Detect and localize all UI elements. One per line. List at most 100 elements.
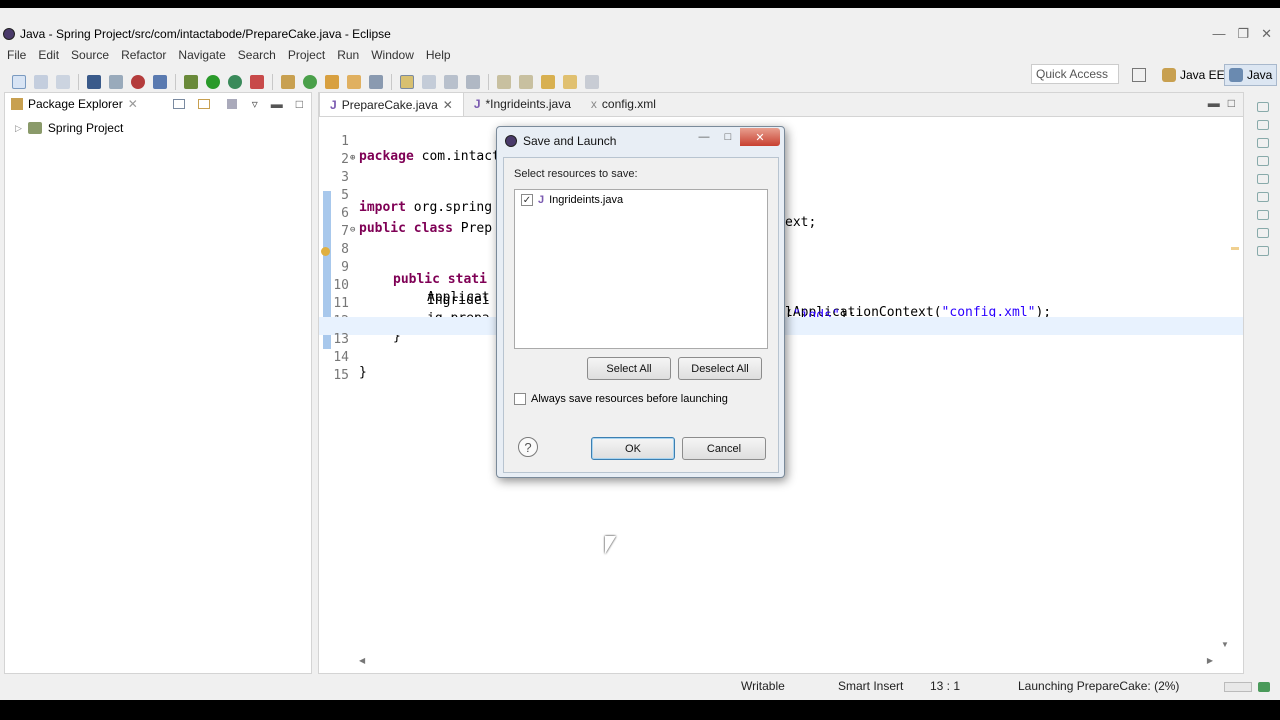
- menu-source[interactable]: Source: [64, 48, 114, 66]
- minimize-view-icon[interactable]: ▬: [1208, 96, 1220, 110]
- tab-preparecake[interactable]: J PrepareCake.java ✕: [319, 92, 464, 116]
- perspective-label: Java EE: [1180, 68, 1225, 82]
- minimize-view-icon[interactable]: ▬: [271, 97, 283, 111]
- block-select-icon[interactable]: [444, 75, 458, 89]
- progress-icon[interactable]: [1258, 682, 1270, 692]
- menu-run[interactable]: Run: [330, 48, 364, 66]
- task-list-icon[interactable]: [1257, 120, 1269, 130]
- deselect-all-button[interactable]: Deselect All: [678, 357, 762, 380]
- resource-checkbox[interactable]: ✓: [521, 194, 533, 206]
- collapse-all-icon[interactable]: [172, 99, 185, 109]
- maximize-view-icon[interactable]: □: [1228, 96, 1235, 110]
- close-icon[interactable]: ✕: [1261, 26, 1272, 42]
- declaration-icon[interactable]: [1257, 228, 1269, 238]
- minimize-icon[interactable]: —: [1212, 26, 1225, 42]
- list-item[interactable]: ✓ J Ingrideints.java: [521, 194, 623, 206]
- maximize-view-icon[interactable]: □: [296, 97, 303, 111]
- console-icon[interactable]: [1257, 246, 1269, 256]
- new-icon[interactable]: [12, 75, 26, 89]
- always-save-checkbox[interactable]: [514, 393, 526, 405]
- open-perspective-button[interactable]: [1128, 64, 1150, 86]
- outline-icon[interactable]: [1257, 102, 1269, 112]
- tab-ingrideints[interactable]: J *Ingrideints.java: [464, 92, 581, 116]
- menu-project[interactable]: Project: [281, 48, 330, 66]
- scroll-left-icon[interactable]: ◀: [359, 656, 365, 665]
- menu-search[interactable]: Search: [231, 48, 281, 66]
- view-title[interactable]: Package Explorer: [28, 97, 123, 111]
- menu-refactor[interactable]: Refactor: [114, 48, 171, 66]
- coverage-icon[interactable]: [228, 75, 242, 89]
- vertical-scrollbar[interactable]: ▼: [1221, 123, 1229, 649]
- restore-icon[interactable]: [1257, 174, 1269, 184]
- skip-breakpoints-icon[interactable]: [109, 75, 123, 89]
- save-icon[interactable]: [34, 75, 48, 89]
- scroll-right-icon[interactable]: ▶: [1207, 656, 1213, 665]
- toolbar-separator: [272, 74, 273, 90]
- close-icon[interactable]: ✕: [128, 97, 138, 111]
- open-perspective-icon: [1132, 68, 1146, 82]
- resources-list[interactable]: ✓ J Ingrideints.java: [514, 189, 768, 349]
- debug-run-icon[interactable]: [184, 75, 198, 89]
- mark-occurrences-icon[interactable]: [400, 75, 414, 89]
- focus-icon[interactable]: [226, 99, 237, 109]
- link-editor-icon[interactable]: [197, 99, 210, 109]
- scroll-down-icon[interactable]: ▼: [1221, 640, 1229, 649]
- fold-icon[interactable]: ⊕: [350, 153, 355, 163]
- save-all-icon[interactable]: [56, 75, 70, 89]
- expand-icon[interactable]: ▷: [15, 123, 22, 134]
- prev-annotation-icon[interactable]: [519, 75, 533, 89]
- mouse-cursor: [605, 536, 616, 554]
- menu-navigate[interactable]: Navigate: [171, 48, 230, 66]
- view-menu-icon[interactable]: ▿: [252, 97, 258, 111]
- debug-icon[interactable]: [131, 75, 145, 89]
- menu-file[interactable]: File: [0, 48, 31, 66]
- show-whitespace-icon[interactable]: [466, 75, 480, 89]
- open-type-icon[interactable]: [325, 75, 339, 89]
- tab-config[interactable]: x config.xml: [581, 92, 666, 116]
- perspective-java[interactable]: Java: [1224, 64, 1278, 86]
- external-tools-icon[interactable]: [250, 75, 264, 89]
- status-position: 13 : 1: [930, 679, 961, 693]
- horizontal-scrollbar[interactable]: ◀ ▶: [359, 656, 1213, 667]
- warning-icon[interactable]: [321, 247, 330, 256]
- maximize-icon[interactable]: □: [716, 128, 740, 146]
- stop-icon[interactable]: [153, 75, 167, 89]
- next-annotation-icon[interactable]: [497, 75, 511, 89]
- menu-edit[interactable]: Edit: [31, 48, 64, 66]
- select-all-button[interactable]: Select All: [587, 357, 671, 380]
- menu-help[interactable]: Help: [419, 48, 456, 66]
- close-icon[interactable]: ✕: [740, 128, 780, 146]
- forward-icon[interactable]: [585, 75, 599, 89]
- perspective-java-ee[interactable]: Java EE: [1158, 64, 1229, 86]
- toolbar-separator: [391, 74, 392, 90]
- quick-access-field[interactable]: Quick Access: [1031, 64, 1119, 84]
- problems-icon[interactable]: [1257, 192, 1269, 202]
- new-package-icon[interactable]: [281, 75, 295, 89]
- java-icon: [1229, 68, 1243, 82]
- new-class-icon[interactable]: [303, 75, 317, 89]
- cancel-button[interactable]: Cancel: [682, 437, 766, 460]
- restore-icon[interactable]: ❐: [1237, 26, 1249, 42]
- fold-icon[interactable]: ⊖: [350, 225, 355, 235]
- tree-item[interactable]: ▷ Spring Project: [5, 117, 311, 135]
- help-icon[interactable]: ?: [518, 437, 538, 457]
- javadoc-icon[interactable]: [1257, 210, 1269, 220]
- progress-bar[interactable]: [1224, 682, 1252, 692]
- back-icon[interactable]: [563, 75, 577, 89]
- run-icon[interactable]: [206, 75, 220, 89]
- search-icon[interactable]: [369, 75, 383, 89]
- status-progress[interactable]: Launching PrepareCake: (2%): [1018, 679, 1179, 693]
- terminal-icon[interactable]: [87, 75, 101, 89]
- menu-window[interactable]: Window: [364, 48, 419, 66]
- always-save-option[interactable]: Always save resources before launching: [514, 393, 728, 405]
- word-wrap-icon[interactable]: [422, 75, 436, 89]
- open-task-icon[interactable]: [347, 75, 361, 89]
- hierarchy-icon[interactable]: [1257, 156, 1269, 166]
- close-icon[interactable]: ✕: [443, 98, 453, 112]
- ok-button[interactable]: OK: [591, 437, 675, 460]
- always-save-label: Always save resources before launching: [531, 393, 728, 405]
- warning-marker[interactable]: [1231, 247, 1239, 250]
- last-edit-icon[interactable]: [541, 75, 555, 89]
- minimized-view-icon[interactable]: [1257, 138, 1269, 148]
- minimize-icon[interactable]: —: [692, 128, 716, 146]
